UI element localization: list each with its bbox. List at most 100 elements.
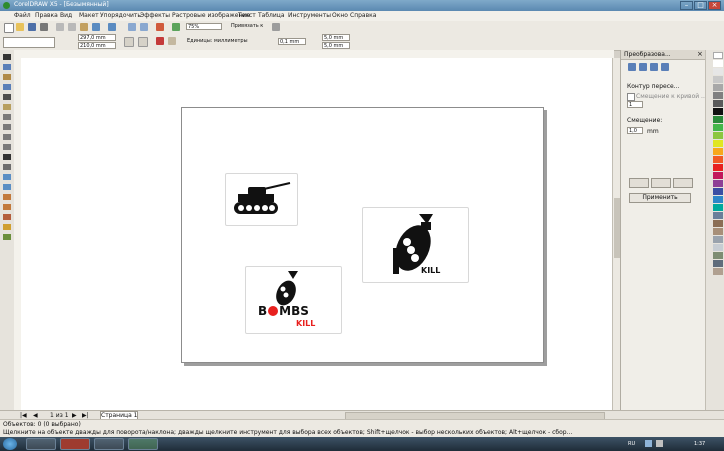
- all-pages-icon[interactable]: [156, 37, 164, 45]
- tank-artwork[interactable]: [225, 173, 298, 226]
- taskbar-explorer-button[interactable]: [26, 438, 56, 450]
- position-tab-icon[interactable]: [628, 63, 636, 71]
- swatch-white[interactable]: [713, 60, 723, 67]
- rotate-tab-icon[interactable]: [639, 63, 647, 71]
- print-icon[interactable]: [40, 23, 48, 31]
- maximize-button[interactable]: □: [694, 1, 707, 10]
- swatch-green[interactable]: [713, 116, 723, 123]
- menu-table[interactable]: Таблица: [258, 12, 285, 19]
- swatch-slate[interactable]: [713, 212, 723, 219]
- swatch-tan[interactable]: [713, 228, 723, 235]
- next-page-icon[interactable]: ▶: [72, 412, 77, 419]
- paste-icon[interactable]: [80, 23, 88, 31]
- steps-field[interactable]: 1,0: [627, 127, 643, 134]
- pick-tool-icon[interactable]: [3, 54, 11, 60]
- outline-tool-icon[interactable]: [3, 214, 11, 220]
- connector-tool-icon[interactable]: [3, 184, 11, 190]
- page-width-field[interactable]: 297,0 mm: [78, 34, 116, 41]
- size-tab-icon[interactable]: [661, 63, 669, 71]
- outside-button[interactable]: [651, 178, 671, 188]
- swatch-blue[interactable]: [713, 188, 723, 195]
- swatch-pale-gray[interactable]: [713, 244, 723, 251]
- welcome-screen-icon[interactable]: [172, 23, 180, 31]
- swatch-blue-gray[interactable]: [713, 236, 723, 243]
- open-icon[interactable]: [16, 23, 24, 31]
- import-icon[interactable]: [128, 23, 136, 31]
- inside-button[interactable]: [629, 178, 649, 188]
- docker-close-icon[interactable]: ×: [697, 50, 703, 58]
- zoom-level-select[interactable]: 75%: [186, 23, 222, 30]
- options-icon[interactable]: [272, 23, 280, 31]
- swatch-red[interactable]: [713, 164, 723, 171]
- polygon-tool-icon[interactable]: [3, 134, 11, 140]
- eyedropper-tool-icon[interactable]: [3, 204, 11, 210]
- last-page-icon[interactable]: ▶|: [82, 412, 89, 419]
- menu-text[interactable]: Текст: [238, 12, 256, 19]
- menu-window[interactable]: Окно: [332, 12, 348, 19]
- copies-field[interactable]: 1: [627, 101, 643, 108]
- duplicate-x-field[interactable]: 5,0 mm: [322, 34, 350, 41]
- menu-tools[interactable]: Инструменты: [288, 12, 331, 19]
- swatch-magenta[interactable]: [713, 172, 723, 179]
- application-launcher-icon[interactable]: [156, 23, 164, 31]
- units-select[interactable]: Единицы: миллиметры: [186, 38, 268, 45]
- taskbar-photoshop-button[interactable]: [94, 438, 124, 450]
- taskbar-coreldraw-button[interactable]: [128, 438, 158, 450]
- rectangle-tool-icon[interactable]: [3, 114, 11, 120]
- new-icon[interactable]: [4, 23, 14, 33]
- volume-icon[interactable]: [656, 440, 663, 447]
- first-page-icon[interactable]: |◀: [20, 412, 27, 419]
- swatch-gray-70[interactable]: [713, 100, 723, 107]
- start-button[interactable]: [3, 438, 17, 450]
- swatch-sky-blue[interactable]: [713, 196, 723, 203]
- swatch-yellow[interactable]: [713, 140, 723, 147]
- swatch-black[interactable]: [713, 108, 723, 115]
- offset-checkbox[interactable]: [627, 93, 635, 101]
- fill-tool-icon[interactable]: [3, 224, 11, 230]
- ellipse-tool-icon[interactable]: [3, 124, 11, 130]
- freehand-tool-icon[interactable]: [3, 94, 11, 100]
- swatch-brown[interactable]: [713, 220, 723, 227]
- swatch-gray-40[interactable]: [713, 84, 723, 91]
- menu-edit[interactable]: Правка: [35, 12, 58, 19]
- swatch-light-green[interactable]: [713, 124, 723, 131]
- close-button[interactable]: ×: [708, 1, 721, 10]
- portrait-icon[interactable]: [124, 37, 134, 47]
- menu-arrange[interactable]: Упорядочить: [100, 12, 141, 19]
- landscape-icon[interactable]: [138, 37, 148, 47]
- prev-page-icon[interactable]: ◀: [33, 412, 38, 419]
- network-icon[interactable]: [645, 440, 652, 447]
- swatch-purple[interactable]: [713, 180, 723, 187]
- copy-icon[interactable]: [68, 23, 76, 31]
- redo-icon[interactable]: [108, 23, 116, 31]
- save-icon[interactable]: [28, 23, 36, 31]
- page-height-field[interactable]: 210,0 mm: [78, 42, 116, 49]
- swatch-gray-50[interactable]: [713, 92, 723, 99]
- dimension-tool-icon[interactable]: [3, 174, 11, 180]
- swatch-lime[interactable]: [713, 132, 723, 139]
- snap-to-dropdown[interactable]: Привязать к: [230, 23, 266, 30]
- paper-size-select[interactable]: [3, 37, 55, 48]
- center-button[interactable]: [673, 178, 693, 188]
- zoom-tool-icon[interactable]: [3, 84, 11, 90]
- swatch-none[interactable]: [713, 52, 723, 59]
- swatch-gray-20[interactable]: [713, 76, 723, 83]
- taskbar-opera-button[interactable]: [60, 438, 90, 450]
- nudge-distance-field[interactable]: 0,1 mm: [278, 38, 306, 45]
- swatch-dark-slate[interactable]: [713, 260, 723, 267]
- export-icon[interactable]: [140, 23, 148, 31]
- menu-view[interactable]: Вид: [60, 12, 72, 19]
- document-page[interactable]: KILL B MBS KILL: [181, 107, 544, 363]
- bombs-kill-artwork[interactable]: B MBS KILL: [245, 266, 342, 334]
- shape-tool-icon[interactable]: [3, 64, 11, 70]
- menu-effects[interactable]: Эффекты: [140, 12, 170, 19]
- swatch-red-orange[interactable]: [713, 156, 723, 163]
- menu-help[interactable]: Справка: [350, 12, 376, 19]
- current-page-icon[interactable]: [168, 37, 176, 45]
- interactive-fill-tool-icon[interactable]: [3, 234, 11, 240]
- basic-shapes-tool-icon[interactable]: [3, 144, 11, 150]
- cut-icon[interactable]: [56, 23, 64, 31]
- swatch-teal[interactable]: [713, 204, 723, 211]
- scale-tab-icon[interactable]: [650, 63, 658, 71]
- blend-tool-icon[interactable]: [3, 194, 11, 200]
